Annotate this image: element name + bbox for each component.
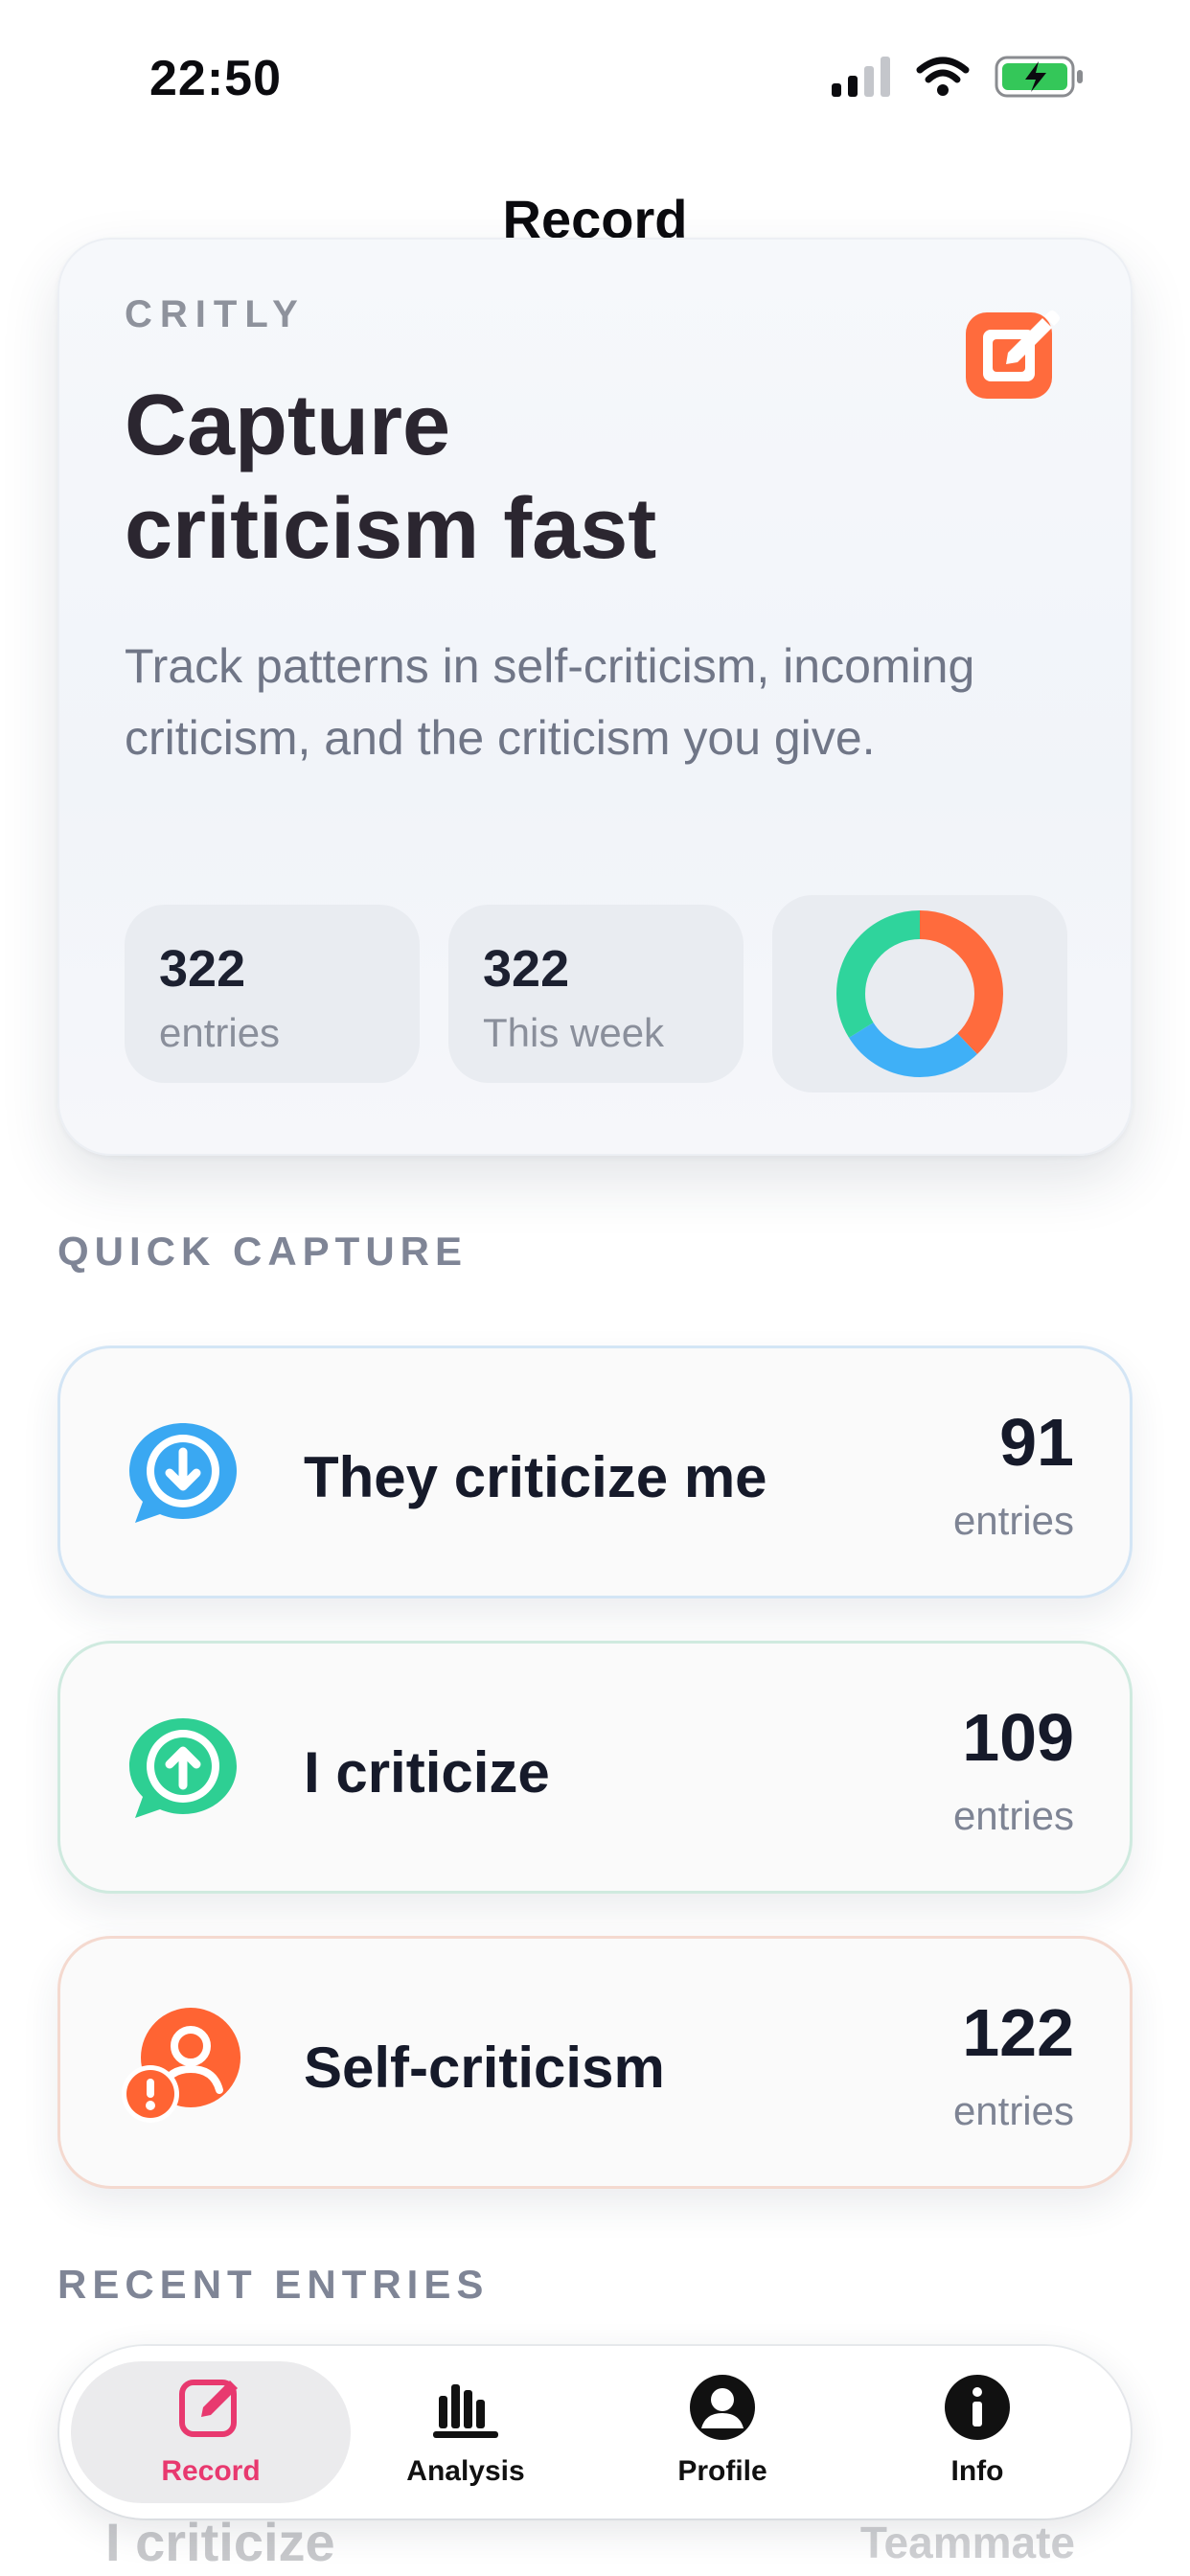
hero-headline-line2: criticism fast <box>125 481 657 577</box>
status-bar: 22:50 <box>0 0 1190 153</box>
info-circle-icon <box>945 2375 1010 2440</box>
recent-entry-type[interactable]: I criticize <box>105 2511 335 2573</box>
capture-title: Self-criticism <box>304 2036 665 2100</box>
tab-label: Info <box>950 2455 1004 2487</box>
bar-chart-icon <box>433 2384 498 2438</box>
edit-square-icon <box>179 2380 238 2437</box>
donut-chart <box>836 910 1003 1077</box>
stat-this-week: 322 This week <box>448 905 744 1083</box>
capture-title: I criticize <box>304 1740 550 1805</box>
section-recent-entries: RECENT ENTRIES <box>57 2262 490 2307</box>
wifi-icon <box>916 57 970 96</box>
hero-headline-line1: Capture <box>125 378 451 473</box>
chat-down-arrow-icon <box>129 1423 237 1523</box>
capture-unit: entries <box>952 1793 1074 1838</box>
hero-headline: Capture criticism fast <box>125 374 987 581</box>
person-circle-icon <box>690 2375 755 2440</box>
stat-value: 322 <box>159 940 246 998</box>
capture-count: 122 <box>962 1995 1074 2070</box>
capture-count: 109 <box>962 1700 1074 1775</box>
status-icons <box>832 56 1085 98</box>
capture-unit: entries <box>952 1498 1074 1543</box>
tab-label: Profile <box>677 2455 767 2487</box>
tab-analysis[interactable]: Analysis <box>351 2371 581 2496</box>
capture-unit: entries <box>952 2088 1074 2133</box>
tab-label: Analysis <box>406 2455 525 2487</box>
stat-total-entries: 322 entries <box>125 905 420 1083</box>
tab-profile[interactable]: Profile <box>607 2371 837 2496</box>
stat-label: entries <box>159 1010 281 1055</box>
recent-entry-target[interactable]: Teammate <box>860 2517 1075 2568</box>
tab-label: Record <box>161 2455 261 2487</box>
chat-up-arrow-icon <box>129 1718 237 1818</box>
hero-card: CRITLY Capture criticism fast Track patt… <box>57 238 1133 1156</box>
brand-label: CRITLY <box>125 293 306 335</box>
capture-title: They criticize me <box>304 1445 767 1509</box>
person-alert-icon <box>122 2008 240 2123</box>
capture-i-criticize[interactable]: I criticize 109 entries <box>57 1641 1133 1894</box>
stat-label: This week <box>483 1010 665 1055</box>
battery-icon <box>995 56 1083 98</box>
stat-value: 322 <box>483 940 570 998</box>
donut-chart-box <box>772 895 1067 1092</box>
status-time: 22:50 <box>149 51 282 106</box>
tab-bar: Record Analysis Profile Info <box>59 2346 1131 2518</box>
signal-icon <box>832 57 890 97</box>
capture-count: 91 <box>999 1405 1074 1480</box>
capture-they-criticize-me[interactable]: They criticize me 91 entries <box>57 1346 1133 1598</box>
tab-info[interactable]: Info <box>862 2371 1092 2496</box>
section-quick-capture: QUICK CAPTURE <box>57 1229 469 1274</box>
tab-record[interactable]: Record <box>96 2371 326 2496</box>
hero-subtitle: Track patterns in self-criticism, incomi… <box>125 639 975 765</box>
capture-self-criticism[interactable]: Self-criticism 122 entries <box>57 1936 1133 2189</box>
